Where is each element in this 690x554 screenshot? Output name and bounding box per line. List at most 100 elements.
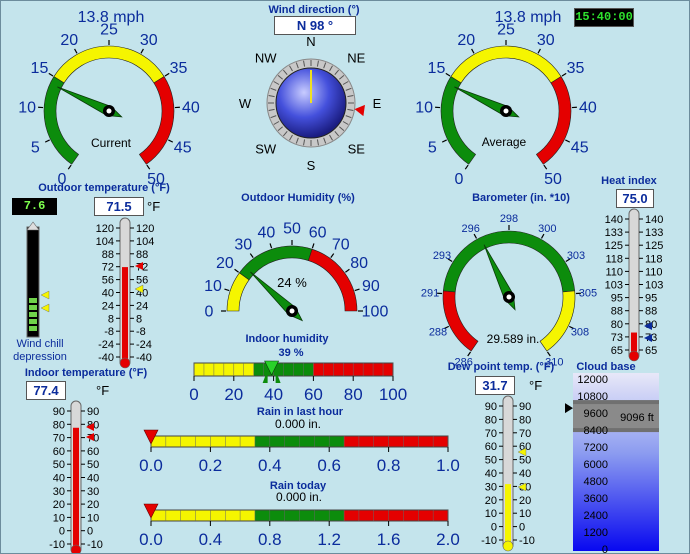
outdoor-temp-thermometer-tick-label-left: -8 xyxy=(104,326,114,338)
cloud-base-tick-label: 2400 xyxy=(584,510,608,522)
barometer-gauge-band-1 xyxy=(442,230,576,293)
outdoor-humidity-gauge-tick-label: 0 xyxy=(205,304,214,321)
current-wind-gauge-band-2 xyxy=(138,76,175,165)
dew-point-thermometer-tick-label-right: 90 xyxy=(519,401,531,413)
barometer-gauge-tick-mark xyxy=(546,351,551,357)
rain-today-bar-segment-0 xyxy=(151,510,255,521)
dew-point-thermometer-tick-label-right: 0 xyxy=(519,522,525,534)
dew-point-thermometer-tick-label-left: 40 xyxy=(485,468,497,480)
wind-chill-lcd: 7.6 xyxy=(12,198,57,215)
outdoor-temp-thermometer-tick-label-left: 24 xyxy=(102,300,114,312)
compass-label-ne: NE xyxy=(347,51,365,66)
heat-index-thermometer-tick-label-right: 140 xyxy=(645,214,663,226)
average-wind-gauge-tick-label: 35 xyxy=(567,60,585,77)
wind-chill-segment xyxy=(29,312,37,317)
cloud-base-tick-label: 1200 xyxy=(584,527,608,539)
outdoor-humidity-gauge-tick-mark xyxy=(330,253,335,258)
clock-display: 15:40:00 xyxy=(574,8,634,27)
heat-index-thermometer-tick-label-left: 73 xyxy=(611,332,623,344)
cloud-base-tick-label: 7200 xyxy=(584,442,608,454)
rain-hour-bar-tick-label: 1.0 xyxy=(436,456,460,475)
current-wind-gauge-tick-mark xyxy=(146,164,151,170)
outdoor-humidity-gauge-tick-label: 90 xyxy=(362,278,380,295)
wind-chill-segment xyxy=(29,305,37,310)
dew-point-thermometer-tick-label-right: 80 xyxy=(519,414,531,426)
indoor-temp-thermometer-tick-label-left: 60 xyxy=(53,446,65,458)
average-wind-gauge-tick-label: 15 xyxy=(428,60,446,77)
gauges-canvas: 13.8 mph05101520253035404550Current13.8 … xyxy=(18,4,663,553)
outdoor-temp-thermometer-tick-label-left: 8 xyxy=(108,313,114,325)
rain-today-value: 0.000 in. xyxy=(276,490,322,504)
rain-today-bar-tick-label: 1.6 xyxy=(377,530,401,549)
heat-index-thermometer-tick-label-right: 118 xyxy=(645,253,663,265)
current-wind-gauge-tick-mark xyxy=(168,139,174,143)
current-wind-gauge-tick-label: 10 xyxy=(18,99,36,116)
outdoor-temp-thermometer-tick-label-left: -24 xyxy=(98,339,114,351)
current-wind-gauge-tick-mark xyxy=(44,139,50,143)
cloud-base-tick-label: 3600 xyxy=(584,493,608,505)
dew-point-thermometer-tick-label-left: 0 xyxy=(491,522,497,534)
indoor-temp-thermometer-tick-label-right: 60 xyxy=(87,446,99,458)
outdoor-humidity-gauge-tick-label: 70 xyxy=(332,236,350,253)
outdoor-temp-thermometer-tick-label-right: 8 xyxy=(136,313,142,325)
indoor-temp-thermometer-tick-label-right: 90 xyxy=(87,406,99,418)
average-wind-gauge-tick-mark xyxy=(537,48,541,54)
indoor-temp-thermometer-tick-label-left: -10 xyxy=(49,539,65,551)
rain-hour-value: 0.000 in. xyxy=(275,417,321,431)
barometer-gauge-hub-center xyxy=(506,294,512,300)
indoor-temp-thermometer-bulb xyxy=(70,544,82,553)
rain-today-bar-segment-2 xyxy=(344,510,448,521)
average-wind-gauge-band-2 xyxy=(535,76,572,165)
indoor-temp-thermometer-tick-label-left: 90 xyxy=(53,406,65,418)
dew-point-unit: °F xyxy=(529,378,543,393)
current-wind-gauge-tick-label: 15 xyxy=(31,60,49,77)
indoor-temp-thermometer-tick-label-right: 20 xyxy=(87,499,99,511)
cloud-base-tick-label: 12000 xyxy=(577,374,608,386)
rain-hour-bar-tick-label: 0.2 xyxy=(199,456,223,475)
compass-label-n: N xyxy=(306,34,315,49)
indoor-temp-thermometer-tick-label-right: 0 xyxy=(87,526,93,538)
compass-label-nw: NW xyxy=(255,51,277,66)
indoor-humidity-bar-tick-label: 40 xyxy=(264,385,283,404)
rain-hour-bar-segment-0 xyxy=(151,436,255,447)
heat-index-thermometer-tick-label-right: 110 xyxy=(645,266,663,278)
heat-index-thermometer-tick-label-left: 88 xyxy=(611,306,623,318)
outdoor-humidity-gauge-tick-label: 50 xyxy=(283,221,301,238)
outdoor-humidity-gauge-tick-mark xyxy=(311,243,315,249)
indoor-temp-thermometer-tick-label-right: -10 xyxy=(87,539,103,551)
indoor-humidity-bar-tick-label: 80 xyxy=(344,385,363,404)
indoor-temp-thermometer-tick-label-left: 30 xyxy=(53,486,65,498)
dew-point-thermometer-tick-label-left: 10 xyxy=(485,508,497,520)
current-wind-gauge-tick-label: 20 xyxy=(60,32,78,49)
indoor-temp-thermometer-tick-label-left: 80 xyxy=(53,419,65,431)
outdoor-temp-thermometer-tick-label-left: -40 xyxy=(98,352,114,364)
barometer-gauge-tick-label: 305 xyxy=(579,288,597,300)
heat-index-thermometer-tick-label-left: 140 xyxy=(605,214,623,226)
average-wind-gauge-tick-label: 50 xyxy=(544,171,562,188)
outdoor-temp-thermometer-tick-label-left: 72 xyxy=(102,262,114,274)
rain-hour-bar-segment-2 xyxy=(344,436,448,447)
heat-index-thermometer-tick-label-left: 80 xyxy=(611,319,623,331)
barometer-value: 29.589 in. xyxy=(487,332,540,346)
average-wind-gauge-tick-label: 10 xyxy=(415,99,433,116)
outdoor-temp-thermometer-tick-label-right: -24 xyxy=(136,339,152,351)
current-wind-gauge-tick-label: 5 xyxy=(31,140,40,157)
heat-index-thermometer-tick-label-left: 133 xyxy=(605,227,623,239)
compass-label-e: E xyxy=(373,96,382,111)
average-wind-gauge-band-1 xyxy=(450,45,562,84)
current-wind-gauge-tick-label: 25 xyxy=(100,22,118,39)
average-wind-gauge-tick-label: 30 xyxy=(537,32,555,49)
dew-point-thermometer-tick-label-right: 50 xyxy=(519,455,531,467)
dew-point-thermometer-tick-label-left: 80 xyxy=(485,414,497,426)
indoor-temp-thermometer-tick-label-left: 50 xyxy=(53,459,65,471)
dew-point-thermometer-tick-label-right: -10 xyxy=(519,535,535,547)
barometer-gauge-band-0 xyxy=(442,290,479,352)
current-wind-gauge-band-1 xyxy=(53,45,165,84)
barometer-gauge-band-2 xyxy=(539,290,576,352)
average-wind-label: Average xyxy=(482,135,527,149)
outdoor-temp-thermometer-tick-label-right: 88 xyxy=(136,249,148,261)
outdoor-humidity-gauge-tick-mark xyxy=(224,288,230,292)
heat-index-title: Heat index xyxy=(601,175,658,187)
indoor-temp-unit: °F xyxy=(96,383,110,398)
wind-chill-label-1: Wind chill xyxy=(16,338,64,350)
